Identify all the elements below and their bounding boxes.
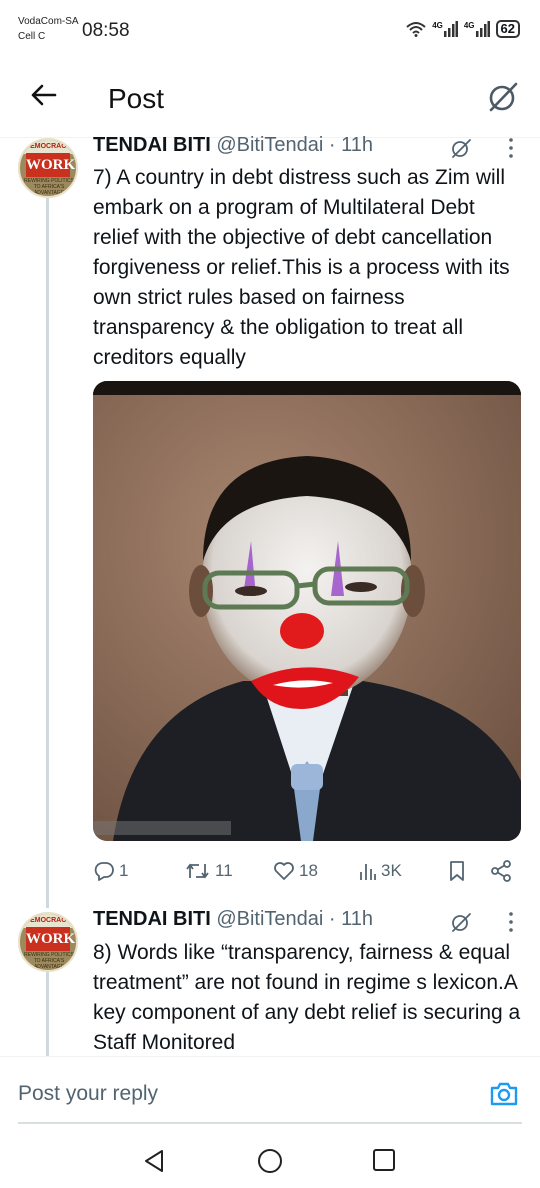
- camera-icon[interactable]: [488, 1078, 520, 1110]
- signal-icon-1: 4G: [432, 21, 458, 37]
- reply-icon: [94, 862, 114, 881]
- heart-icon: [274, 862, 294, 880]
- thread-connector: [46, 196, 49, 908]
- battery-icon: 62: [495, 20, 520, 38]
- nav-recents-icon[interactable]: [373, 1149, 395, 1171]
- status-time: 08:58: [82, 20, 130, 41]
- avatar[interactable]: DEMOCRACY WORKS REWIRING POLITICS TO AFR…: [18, 912, 78, 972]
- wifi-icon: [406, 22, 426, 37]
- author-handle-time: @BitiTendai · 11h: [216, 134, 374, 156]
- network-type-1: 4G: [432, 21, 443, 30]
- avatar-text-main: WORKS: [26, 927, 76, 951]
- arrow-left-icon[interactable]: [28, 80, 58, 110]
- carrier-name-secondary: Cell C: [18, 31, 46, 42]
- status-bar: VodaCom-SA Cell C 08:58 4G 4G 62: [0, 0, 540, 56]
- nav-back-icon[interactable]: [142, 1148, 166, 1174]
- views-icon: [360, 864, 376, 880]
- reply-input[interactable]: Post your reply: [18, 1082, 158, 1106]
- author-name[interactable]: TENDAI BITI: [93, 908, 211, 930]
- avatar-text-sub: REWIRING POLITICS TO AFRICA'S ADVANTAGE: [24, 178, 74, 196]
- page-title: Post: [108, 83, 165, 114]
- tweet-text: 8) Words like “transparency, fairness & …: [93, 941, 521, 1054]
- thread-connector: [46, 972, 49, 1056]
- repost-count: 11: [215, 861, 233, 880]
- repost-button[interactable]: 11: [185, 856, 233, 886]
- more-options-icon[interactable]: [508, 911, 514, 933]
- reply-count: 1: [119, 861, 129, 880]
- more-options-icon[interactable]: [508, 137, 514, 159]
- tweet-image[interactable]: [93, 381, 521, 841]
- system-nav-bar: [0, 1132, 540, 1188]
- tweet-text: 7) A country in debt distress such as Zi…: [93, 166, 510, 369]
- grok-icon[interactable]: [486, 80, 520, 114]
- nav-home-icon[interactable]: [257, 1148, 283, 1174]
- tweet-header[interactable]: TENDAI BITI @BitiTendai · 11h: [93, 908, 373, 931]
- like-button[interactable]: 18: [273, 856, 318, 886]
- reply-underline: [18, 1122, 522, 1124]
- status-icons: 4G 4G 62: [406, 18, 520, 40]
- avatar[interactable]: DEMOCRACY WORKS REWIRING POLITICS TO AFR…: [18, 138, 78, 198]
- bookmark-icon[interactable]: [447, 860, 467, 882]
- edited-portrait-image: [93, 381, 521, 841]
- carrier-name-primary: VodaCom-SA: [18, 16, 79, 27]
- views-button[interactable]: 3K: [359, 856, 402, 886]
- avatar-text-main: WORKS: [26, 153, 76, 177]
- avatar-text-top: DEMOCRACY: [20, 914, 76, 928]
- signal-icon-2: 4G: [464, 21, 490, 37]
- app-header: Post: [0, 56, 540, 140]
- repost-icon: [186, 863, 209, 879]
- tweet-header[interactable]: TENDAI BITI @BitiTendai · 11h: [93, 134, 373, 157]
- view-count: 3K: [381, 861, 402, 880]
- reply-button[interactable]: 1: [93, 856, 128, 886]
- grok-icon[interactable]: [450, 911, 472, 933]
- avatar-text-top: DEMOCRACY: [20, 140, 76, 154]
- tweet-actions: 1 11 18 3K: [93, 856, 523, 886]
- network-type-2: 4G: [463, 21, 475, 30]
- reply-divider: [0, 1056, 540, 1057]
- author-handle-time: @BitiTendai · 11h: [216, 908, 374, 930]
- author-name[interactable]: TENDAI BITI: [93, 134, 211, 156]
- avatar-text-sub: REWIRING POLITICS TO AFRICA'S ADVANTAGE: [24, 952, 74, 970]
- like-count: 18: [299, 861, 318, 880]
- share-icon[interactable]: [489, 860, 513, 882]
- grok-icon[interactable]: [450, 137, 472, 159]
